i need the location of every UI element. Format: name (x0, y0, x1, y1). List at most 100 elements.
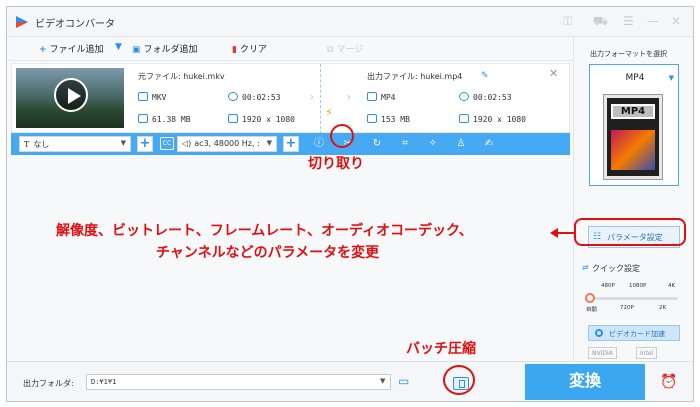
format-select-title: 出力フォーマットを選択 (590, 50, 667, 58)
key-icon[interactable]: ⚿ (563, 14, 572, 29)
add-folder-button[interactable]: ▣ フォルダ追加 (132, 42, 198, 55)
footer-bar: 出力フォルダ: D:¥1¥1 ▼ ▭ 変換 ⏰ (7, 361, 693, 401)
output-format-selector[interactable]: MP4 ▼ MP4 (589, 64, 679, 186)
folder-icon (367, 114, 377, 123)
audio-select[interactable]: ◁) ac3, 48000 Hz, : ▼ (177, 136, 277, 152)
rotate-icon[interactable]: ↻ (369, 137, 385, 151)
format-icon (138, 92, 148, 101)
merge-button[interactable]: ⧉ マージ (327, 42, 363, 55)
source-resolution: 1920 x 1080 (228, 114, 295, 124)
text-icon: T (24, 140, 30, 149)
app-window: ビデオコンバータ ⚿ ⛟ ☰ — ✕ + ファイル追加 ▼ ▣ フォルダ追加 ▮ クリ… (6, 6, 694, 402)
annotation-arrow-head (550, 228, 558, 238)
annotation-ring-batch (443, 365, 475, 395)
annotation-ring-cut (330, 124, 354, 148)
subtitle-edit-icon[interactable]: ✍ (481, 137, 497, 151)
quality-slider-track[interactable] (588, 297, 678, 300)
play-icon[interactable] (54, 78, 88, 112)
output-format: MP4 (367, 92, 395, 102)
lightning-icon: ⚡ (325, 106, 333, 119)
add-dropdown-icon[interactable]: ▼ (115, 42, 122, 52)
crop-icon[interactable]: ⌗ (397, 137, 413, 151)
source-duration-value: 00:02:53 (242, 93, 281, 102)
quick-settings-icon: ⇌ (582, 263, 589, 272)
add-file-button[interactable]: + ファイル追加 (39, 42, 104, 55)
output-resolution-value: 1920 x 1080 (473, 115, 526, 124)
divider (320, 64, 321, 134)
add-folder-label: フォルダ追加 (143, 45, 198, 55)
output-duration-value: 00:02:53 (473, 93, 512, 102)
source-size: 61.38 MB (138, 114, 191, 124)
cart-icon[interactable]: ⛟ (593, 14, 608, 30)
output-folder-label: 出力フォルダ: (23, 379, 74, 388)
remove-file-icon[interactable]: ✕ (549, 67, 558, 80)
toolbar: + ファイル追加 ▼ ▣ フォルダ追加 ▮ クリア ⧉ マージ (7, 37, 573, 61)
quick-settings-label: クイック設定 (592, 264, 640, 273)
close-icon[interactable]: ✕ (671, 14, 681, 28)
chevron-down-icon: ▼ (120, 139, 126, 147)
source-resolution-value: 1920 x 1080 (242, 115, 295, 124)
gpu-toggle-icon (595, 329, 603, 337)
options-bar: T なし ▼ + CC ◁) ac3, 48000 Hz, : ▼ + ⓘ ✂ ↻ ⌗ … (11, 133, 570, 155)
output-file-label: 出力ファイル: hukei.mp4 (367, 72, 463, 81)
format-art-label: MP4 (611, 104, 655, 119)
format-icon (367, 92, 377, 101)
folder-plus-icon: ▣ (132, 45, 141, 55)
clear-button[interactable]: ▮ クリア (232, 42, 267, 55)
chevron-right-icon: › (347, 92, 351, 103)
speaker-icon: ◁) (182, 139, 192, 148)
add-file-label: ファイル追加 (49, 45, 104, 55)
watermark-icon[interactable]: ♙ (453, 137, 469, 151)
annotation-batch-label: バッチ圧縮 (406, 341, 476, 357)
chevron-down-icon: ▼ (266, 139, 272, 147)
alarm-clock-icon[interactable]: ⏰ (660, 374, 677, 390)
output-resolution: 1920 x 1080 (459, 114, 526, 124)
effects-wand-icon[interactable]: ✧ (425, 137, 441, 151)
annotation-arrow-line (556, 232, 574, 234)
video-thumbnail[interactable] (16, 68, 124, 128)
folder-icon (138, 114, 148, 123)
clear-label: クリア (239, 45, 267, 55)
output-path-input[interactable]: D:¥1¥1 (86, 374, 391, 390)
edit-pencil-icon[interactable]: ✎ (481, 71, 489, 81)
clock-icon (228, 92, 238, 101)
mp4-format-icon: MP4 (604, 95, 662, 179)
convert-button[interactable]: 変換 (525, 364, 645, 400)
resolution-icon (228, 114, 238, 123)
annotation-ring-params (574, 218, 686, 246)
source-format: MKV (138, 92, 166, 102)
nvidia-chip: NVIDIA (588, 347, 617, 359)
output-size: 153 MB (367, 114, 410, 124)
menu-icon[interactable]: ☰ (623, 14, 634, 28)
tick-2k: 2K (659, 305, 667, 311)
app-logo-icon (16, 16, 28, 28)
merge-label: マージ (336, 45, 364, 55)
film-art (611, 130, 655, 170)
cc-icon[interactable]: CC (160, 137, 174, 150)
quality-slider-handle[interactable] (585, 293, 595, 303)
add-audio-button[interactable]: + (283, 136, 299, 152)
intel-chip: Intel (636, 347, 658, 359)
subtitle-select[interactable]: T なし ▼ (19, 136, 131, 152)
source-format-value: MKV (152, 93, 167, 102)
chevron-down-icon[interactable]: ▼ (380, 377, 385, 385)
add-subtitle-button[interactable]: + (137, 136, 153, 152)
annotation-cut-label: 切り取り (308, 156, 364, 172)
output-duration: 00:02:53 (459, 92, 512, 102)
minimize-icon[interactable]: — (647, 14, 659, 28)
clock-icon (459, 92, 469, 101)
output-size-value: 153 MB (381, 115, 410, 124)
tick-4k: 4K (668, 283, 676, 289)
right-panel: 出力フォーマットを選択 MP4 ▼ MP4 ☷ パラメータ設定 ⇌ クイック設定… (573, 37, 693, 361)
tick-auto: 自動 (586, 307, 598, 313)
trash-icon: ▮ (232, 45, 237, 55)
source-duration: 00:02:53 (228, 92, 281, 102)
gpu-label: ビデオカード加速 (609, 330, 665, 338)
info-icon[interactable]: ⓘ (311, 137, 327, 151)
chevron-down-icon: ▼ (668, 74, 674, 82)
subtitle-value: なし (33, 140, 50, 149)
open-folder-icon[interactable]: ▭ (398, 374, 409, 388)
gpu-acceleration-toggle[interactable]: ビデオカード加速 (588, 325, 680, 341)
title-bar: ビデオコンバータ ⚿ ⛟ ☰ — ✕ (7, 7, 693, 37)
file-item-card[interactable]: 元ファイル: hukei.mkv MKV 00:02:53 61.38 MB 1… (11, 63, 570, 134)
